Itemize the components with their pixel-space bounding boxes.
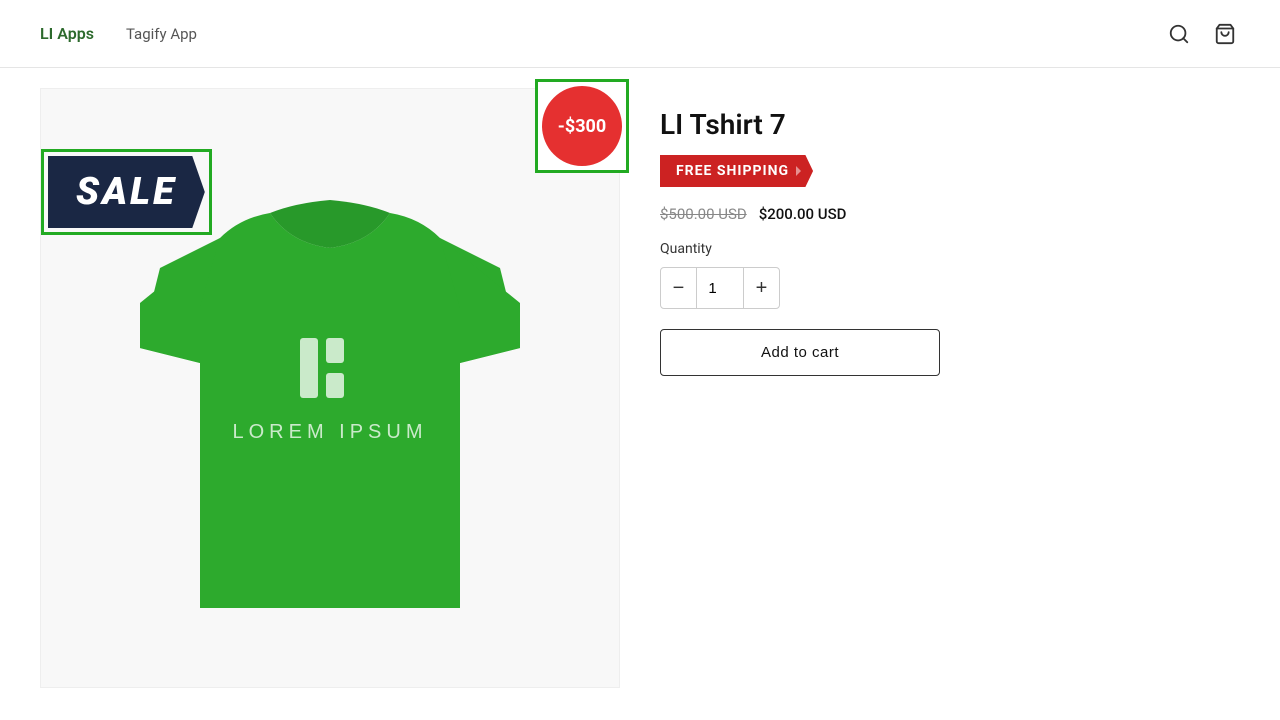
free-shipping-text: FREE SHIPPING <box>676 163 789 179</box>
sale-text: SALE <box>76 170 177 214</box>
svg-text:LOREM IPSUM: LOREM IPSUM <box>232 421 427 443</box>
quantity-stepper: − + <box>660 267 780 309</box>
quantity-increase-button[interactable]: + <box>744 268 779 308</box>
product-info: LI Tshirt 7 FREE SHIPPING $500.00 USD $2… <box>660 88 1240 688</box>
tagify-app-link[interactable]: Tagify App <box>126 25 197 43</box>
product-image-container: SALE <box>40 88 620 688</box>
quantity-input[interactable] <box>696 268 744 308</box>
header-nav: LI Apps Tagify App <box>40 24 197 43</box>
product-title: LI Tshirt 7 <box>660 108 1240 141</box>
discount-badge-container: -$300 <box>535 79 629 173</box>
price-row: $500.00 USD $200.00 USD <box>660 205 1240 223</box>
cart-button[interactable] <box>1210 19 1240 49</box>
sale-price: $200.00 USD <box>759 205 847 223</box>
sale-badge: SALE <box>48 156 205 228</box>
cart-icon <box>1214 23 1236 45</box>
header: LI Apps Tagify App <box>0 0 1280 68</box>
search-button[interactable] <box>1164 19 1194 49</box>
discount-text: -$300 <box>558 116 606 137</box>
discount-circle: -$300 <box>542 86 622 166</box>
original-price: $500.00 USD <box>660 205 747 223</box>
sale-badge-container: SALE <box>41 149 212 235</box>
main-content: SALE <box>0 68 1280 708</box>
quantity-decrease-button[interactable]: − <box>661 268 696 308</box>
search-icon <box>1168 23 1190 45</box>
free-shipping-badge: FREE SHIPPING <box>660 155 813 187</box>
header-actions <box>1164 19 1240 49</box>
brand-link[interactable]: LI Apps <box>40 24 94 43</box>
quantity-label: Quantity <box>660 241 1240 257</box>
add-to-cart-button[interactable]: Add to cart <box>660 329 940 376</box>
